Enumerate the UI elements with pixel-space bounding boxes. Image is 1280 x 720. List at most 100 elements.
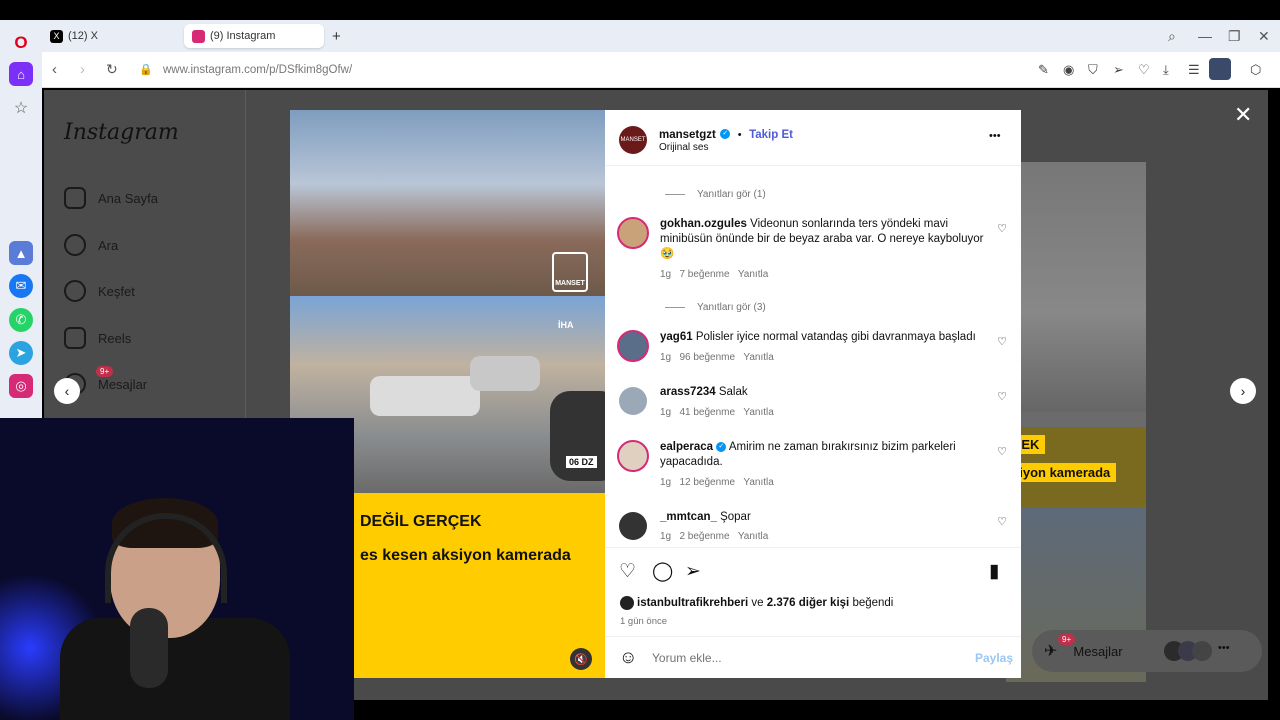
address-bar: ‹ › ↻ 🔒 www.instagram.com/p/DSfkim8gOfw/… [42, 52, 1280, 88]
next-post-button[interactable]: › [1230, 378, 1256, 404]
previous-post-button[interactable]: ‹ [54, 378, 80, 404]
messages-pill[interactable]: ✈ 9+ Mesajlar ••• [1032, 630, 1262, 672]
new-tab-button[interactable]: + [332, 28, 341, 45]
reload-button[interactable]: ↻ [106, 61, 118, 78]
more-options-icon[interactable]: ••• [989, 130, 1001, 142]
mute-icon[interactable]: 🔇 [570, 648, 592, 670]
camera-icon[interactable]: ◉ [1063, 62, 1074, 78]
comment-likes[interactable]: 41 beğenme [679, 407, 735, 418]
comment-item: _mmtcan_ Şopar 1g 2 beğenme Yanıtla ♡ [617, 510, 1007, 547]
shield-icon[interactable]: ⛉ [1088, 62, 1098, 78]
download-icon[interactable]: ⤓ [1163, 62, 1169, 78]
tab-instagram[interactable]: (9) Instagram [184, 24, 324, 48]
comment-text: _mmtcan_ Şopar [660, 510, 990, 525]
messenger-icon[interactable]: ✉ [9, 274, 33, 298]
comment-user[interactable]: ealperaca [660, 441, 713, 453]
comment-meta: 1g 41 beğenme Yanıtla [660, 407, 774, 418]
restore-button[interactable]: ❐ [1228, 28, 1241, 45]
extensions-icon[interactable]: ⬡ [1250, 62, 1261, 78]
back-button[interactable]: ‹ [52, 61, 57, 78]
profile-avatar[interactable] [1209, 58, 1231, 80]
sidebar-item-reels[interactable]: Reels [64, 324, 131, 352]
view-replies-button[interactable]: Yanıtları gör (1) [665, 189, 766, 200]
liked-by-count[interactable]: 2.376 diğer kişi [767, 597, 849, 609]
post-comment-button[interactable]: Paylaş [975, 651, 1013, 665]
comment-icon[interactable]: ◯ [652, 560, 673, 583]
like-icon[interactable]: ♡ [619, 560, 636, 583]
view-replies-button[interactable]: Yanıtları gör (3) [665, 302, 766, 313]
instagram-favicon-icon [192, 29, 205, 43]
opera-logo-icon[interactable]: O [9, 31, 33, 55]
easy-setup-icon[interactable]: ☰ [1188, 62, 1200, 78]
like-comment-icon[interactable]: ♡ [997, 390, 1007, 403]
close-icon[interactable]: ✕ [1234, 102, 1252, 128]
reply-button[interactable]: Yanıtla [743, 352, 773, 363]
author-avatar[interactable]: MANSET [619, 126, 647, 154]
heart-icon[interactable]: ♡ [1138, 62, 1150, 78]
send-icon[interactable]: ➢ [1113, 62, 1124, 78]
reply-button[interactable]: Yanıtla [743, 477, 773, 488]
post-actions: ♡ ◯ ➢ ▮ istanbultrafikrehberi ve 2.376 d… [605, 547, 1021, 637]
aria-icon[interactable]: ▲ [9, 241, 33, 265]
emoji-icon[interactable]: ☺ [619, 647, 637, 668]
home-icon[interactable]: ⌂ [9, 62, 33, 86]
reply-button[interactable]: Yanıtla [743, 407, 773, 418]
star-icon[interactable]: ☆ [9, 96, 33, 120]
comment-text: ealperaca ✓ Amirim ne zaman bırakırsınız… [660, 440, 990, 470]
telegram-icon[interactable]: ➤ [9, 341, 33, 365]
verified-icon: ✓ [720, 128, 731, 139]
bookmark-icon[interactable]: ▮ [989, 560, 999, 583]
like-comment-icon[interactable]: ♡ [997, 222, 1007, 235]
reply-button[interactable]: Yanıtla [738, 269, 768, 280]
car-image [370, 376, 480, 416]
like-comment-icon[interactable]: ♡ [997, 515, 1007, 528]
comment-body: Şopar [720, 511, 751, 523]
comment-meta: 1g 96 beğenme Yanıtla [660, 352, 774, 363]
screen: O ⌂ ☆ ▲ ✉ ✆ ➤ ◎ X (12) X (9) Instagram +… [0, 0, 1280, 720]
sidebar-item-home[interactable]: Ana Sayfa [64, 184, 158, 212]
like-comment-icon[interactable]: ♡ [997, 335, 1007, 348]
minimize-button[interactable]: — [1198, 28, 1212, 44]
like-comment-icon[interactable]: ♡ [997, 445, 1007, 458]
avatar[interactable] [617, 440, 649, 472]
author-name[interactable]: mansetgzt [659, 129, 716, 141]
comment-likes[interactable]: 7 beğenme [679, 269, 729, 280]
avatar[interactable] [617, 330, 649, 362]
avatar[interactable] [619, 512, 647, 540]
comment-input[interactable]: Yorum ekle... [652, 651, 722, 665]
comment-user[interactable]: arass7234 [660, 386, 716, 398]
reply-button[interactable]: Yanıtla [738, 531, 768, 542]
messenger-icon: ✈ [1044, 643, 1058, 660]
sidebar-item-search[interactable]: Ara [64, 231, 118, 259]
feed-thumbnail[interactable]: ÇEK siyon kamerada [1006, 427, 1146, 507]
sidebar-item-explore[interactable]: Keşfet [64, 277, 135, 305]
comment-user[interactable]: yag61 [660, 331, 693, 343]
search-icon[interactable]: ⌕ [1168, 28, 1176, 45]
whatsapp-icon[interactable]: ✆ [9, 308, 33, 332]
sidebar-item-label: Keşfet [98, 283, 135, 299]
instagram-icon[interactable]: ◎ [9, 374, 33, 398]
instagram-logo[interactable]: Instagram [64, 120, 179, 145]
comment-user[interactable]: _mmtcan_ [660, 511, 717, 523]
audio-label[interactable]: Orijinal ses [659, 142, 708, 153]
edit-icon[interactable]: ✎ [1038, 62, 1049, 78]
feed-thumbnail[interactable] [1006, 162, 1146, 412]
avatar[interactable] [619, 387, 647, 415]
tab-x[interactable]: X (12) X [42, 24, 178, 48]
sidebar-item-label: Mesajlar [98, 376, 148, 392]
comment-item: ealperaca ✓ Amirim ne zaman bırakırsınız… [617, 440, 1007, 495]
comment-time: 1g [660, 269, 672, 280]
sidebar-item-label: Ara [98, 237, 119, 253]
forward-button[interactable]: › [80, 61, 85, 78]
comment-text: yag61 Polisler iyice normal vatandaş gib… [660, 330, 990, 345]
close-window-button[interactable]: ✕ [1258, 28, 1270, 45]
url-field[interactable]: www.instagram.com/p/DSfkim8gOfw/ [163, 64, 352, 76]
avatar[interactable] [617, 217, 649, 249]
follow-button[interactable]: Takip Et [749, 129, 793, 141]
comment-likes[interactable]: 2 beğenme [679, 531, 729, 542]
comment-user[interactable]: gokhan.ozgules [660, 218, 747, 230]
comment-likes[interactable]: 96 beğenme [679, 352, 735, 363]
comment-likes[interactable]: 12 beğenme [679, 477, 735, 488]
liked-by-user[interactable]: istanbultrafikrehberi [637, 597, 748, 609]
share-icon[interactable]: ➢ [685, 560, 701, 583]
